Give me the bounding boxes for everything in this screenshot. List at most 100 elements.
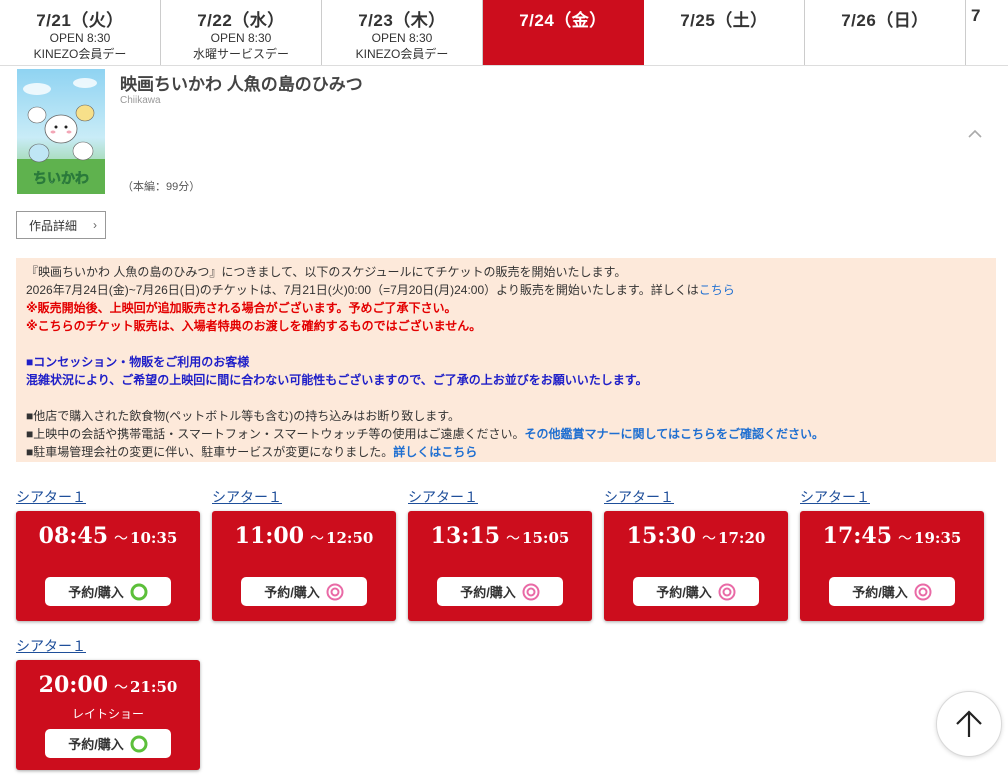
movie-title: 映画ちいかわ 人魚の島のひみつ xyxy=(120,75,363,94)
showtime-card[interactable]: 17:45 ～ 19:35 予約/購入 xyxy=(800,511,984,621)
showtime-item: シアター１ 20:00 ～ 21:50 レイトショー 予約/購入 xyxy=(16,636,200,770)
notice-link-manners[interactable]: その他鑑賞マナーに関してはこちらをご確認ください。 xyxy=(525,427,824,441)
arrow-up-icon xyxy=(956,710,982,737)
date-tab-next[interactable]: 7 xyxy=(966,0,1008,65)
date-label: 7/25（土） xyxy=(680,11,768,30)
theater-link[interactable]: シアター１ xyxy=(604,487,788,505)
reserve-label: 予約/購入 xyxy=(264,585,320,600)
availability-double-circle-icon xyxy=(914,583,932,600)
date-tab-0721[interactable]: 7/21（火） OPEN 8:30 KINEZO会員デー xyxy=(0,0,161,65)
showtime-range: 20:00 ～ 21:50 xyxy=(16,672,200,698)
open-time: OPEN 8:30 xyxy=(371,31,433,45)
showtime-card[interactable]: 11:00 ～ 12:50 予約/購入 xyxy=(212,511,396,621)
theater-link[interactable]: シアター１ xyxy=(408,487,592,505)
reserve-button[interactable]: 予約/購入 xyxy=(437,577,563,606)
notice-text: 2026年7月24日(金)~7月26日(日)のチケットは、7月21日(火)0:0… xyxy=(26,283,699,297)
open-time: OPEN 8:30 xyxy=(49,31,111,45)
showtime-item: シアター１ 11:00 ～ 12:50 予約/購入 xyxy=(212,487,396,621)
theater-link[interactable]: シアター１ xyxy=(16,487,200,505)
reserve-label: 予約/購入 xyxy=(852,585,908,600)
date-label: 7/23（木） xyxy=(358,11,446,30)
availability-double-circle-icon xyxy=(326,583,344,600)
end-time: 10:35 xyxy=(130,529,178,547)
start-time: 11:00 xyxy=(234,523,305,549)
poster-logo: ちいかわ xyxy=(33,171,89,187)
notice-line: ■他店で購入された飲食物(ペットボトル等も含む)の持ち込みはお断り致します。 xyxy=(26,409,461,423)
date-label: 7/22（水） xyxy=(197,11,285,30)
start-time: 15:30 xyxy=(626,523,697,549)
notice-link-parking[interactable]: 詳しくはこちら xyxy=(393,445,477,459)
date-tab-0726[interactable]: 7/26（日） xyxy=(805,0,966,65)
notice-text: ■上映中の会話や携帯電話・スマートフォン・スマートウォッチ等の使用はご遠慮くださ… xyxy=(26,427,525,441)
time-separator: ～ xyxy=(702,531,717,547)
theater-link[interactable]: シアター１ xyxy=(16,636,200,654)
event-label: KINEZO会員デー xyxy=(33,47,127,61)
notice-warning: ※販売開始後、上映回が追加販売される場合がございます。予めご了承下さい。 xyxy=(26,301,457,315)
date-label: 7/24（金） xyxy=(519,11,607,30)
availability-circle-icon xyxy=(130,583,148,600)
movie-detail-button[interactable]: 作品詳細 › xyxy=(16,211,106,239)
date-label: 7/26（日） xyxy=(841,11,929,30)
notice-line: ■駐車場管理会社の変更に伴い、駐車サービスが変更になりました。詳しくはこちら xyxy=(26,443,996,461)
showtime-range: 11:00 ～ 12:50 xyxy=(212,523,396,549)
showtime-item: シアター１ 13:15 ～ 15:05 予約/購入 xyxy=(408,487,592,621)
showtime-card[interactable]: 08:45 ～ 10:35 予約/購入 xyxy=(16,511,200,621)
notice-warning: ※こちらのチケット販売は、入場者特典のお渡しを確約するものではございません。 xyxy=(26,319,482,333)
event-label: KINEZO会員デー xyxy=(355,47,449,61)
showtime-item: シアター１ 15:30 ～ 17:20 予約/購入 xyxy=(604,487,788,621)
reserve-label: 予約/購入 xyxy=(460,585,516,600)
time-separator: ～ xyxy=(506,531,521,547)
availability-circle-icon xyxy=(130,735,148,752)
showtime-card[interactable]: 15:30 ～ 17:20 予約/購入 xyxy=(604,511,788,621)
reserve-label: 予約/購入 xyxy=(68,737,124,752)
end-time: 17:20 xyxy=(718,529,766,547)
notice-link-details[interactable]: こちら xyxy=(699,283,735,297)
date-tabs: 7/21（火） OPEN 8:30 KINEZO会員デー 7/22（水） OPE… xyxy=(0,0,1008,66)
time-separator: ～ xyxy=(114,531,129,547)
reserve-button[interactable]: 予約/購入 xyxy=(45,729,171,758)
notice-line: ■上映中の会話や携帯電話・スマートフォン・スマートウォッチ等の使用はご遠慮くださ… xyxy=(26,425,996,443)
reserve-button[interactable]: 予約/購入 xyxy=(241,577,367,606)
date-label: 7/21（火） xyxy=(36,11,124,30)
theater-link[interactable]: シアター１ xyxy=(212,487,396,505)
availability-double-circle-icon xyxy=(718,583,736,600)
start-time: 20:00 xyxy=(38,672,109,698)
date-tab-0723[interactable]: 7/23（木） OPEN 8:30 KINEZO会員デー xyxy=(322,0,483,65)
theater-link[interactable]: シアター１ xyxy=(800,487,984,505)
reserve-label: 予約/購入 xyxy=(68,585,124,600)
time-separator: ～ xyxy=(310,531,325,547)
showtime-card[interactable]: 13:15 ～ 15:05 予約/購入 xyxy=(408,511,592,621)
end-time: 15:05 xyxy=(522,529,570,547)
showtime-item: シアター１ 17:45 ～ 19:35 予約/購入 xyxy=(800,487,984,621)
late-show-label: レイトショー xyxy=(71,707,144,721)
time-separator: ～ xyxy=(898,531,913,547)
showtime-range: 08:45 ～ 10:35 xyxy=(16,523,200,549)
movie-poster: ちいかわ xyxy=(17,69,105,194)
reserve-button[interactable]: 予約/購入 xyxy=(633,577,759,606)
showtime-range: 13:15 ～ 15:05 xyxy=(408,523,592,549)
time-separator: ～ xyxy=(114,680,129,696)
notice-text: ■駐車場管理会社の変更に伴い、駐車サービスが変更になりました。 xyxy=(26,445,394,459)
reserve-label: 予約/購入 xyxy=(656,585,712,600)
chevron-up-icon[interactable] xyxy=(966,127,984,141)
end-time: 12:50 xyxy=(326,529,374,547)
notice-spacer xyxy=(26,335,996,353)
notice-info: 混雑状況により、ご希望の上映回に間に合わない可能性もございますので、ご了承の上お… xyxy=(26,373,648,387)
showtime-item: シアター１ 08:45 ～ 10:35 予約/購入 xyxy=(16,487,200,621)
showtime-card[interactable]: 20:00 ～ 21:50 レイトショー 予約/購入 xyxy=(16,660,200,770)
notice-spacer xyxy=(26,389,996,407)
runtime-label: （本編：99分） xyxy=(122,181,201,193)
scroll-top-button[interactable] xyxy=(936,691,1002,757)
notice-line: 『映画ちいかわ 人魚の島のひみつ』につきまして、以下のスケジュールにてチケットの… xyxy=(26,265,627,279)
movie-subtitle: Chiikawa xyxy=(120,95,161,106)
date-tab-0722[interactable]: 7/22（水） OPEN 8:30 水曜サービスデー xyxy=(161,0,322,65)
start-time: 08:45 xyxy=(38,523,109,549)
start-time: 17:45 xyxy=(822,523,893,549)
reserve-button[interactable]: 予約/購入 xyxy=(829,577,955,606)
chevron-right-icon: › xyxy=(93,218,97,232)
date-tab-0724[interactable]: 7/24（金） xyxy=(483,0,644,65)
notice-box: 『映画ちいかわ 人魚の島のひみつ』につきまして、以下のスケジュールにてチケットの… xyxy=(16,258,996,462)
date-tab-0725[interactable]: 7/25（土） xyxy=(644,0,805,65)
end-time: 21:50 xyxy=(130,678,178,696)
reserve-button[interactable]: 予約/購入 xyxy=(45,577,171,606)
